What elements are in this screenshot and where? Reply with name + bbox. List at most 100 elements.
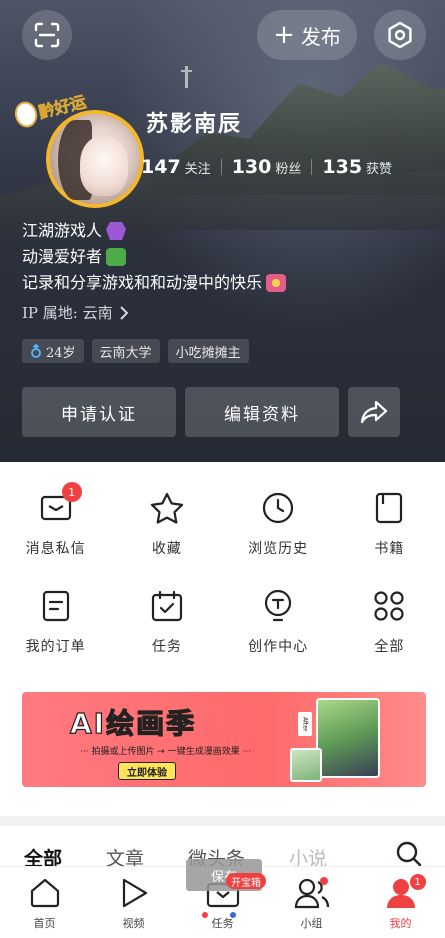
message-icon: 1 [38,482,82,526]
banner-subtitle: ··· 拍摄或上传图片 → 一键生成漫画效果 ··· [80,747,252,757]
avatar-container[interactable]: 黔好运 [12,86,144,208]
grid-item-tasks[interactable]: 任务 [111,588,222,656]
bulb-icon [260,588,296,624]
scan-icon [34,22,60,48]
bouquet-icon [266,274,287,292]
stat-num: 135 [322,156,363,178]
grid-item-creator-center[interactable]: 创作中心 [223,588,334,656]
profile-badge: 1 [408,873,427,891]
nav-profile[interactable]: 1 我的 [356,867,445,938]
stat-label: 获赞 [366,162,393,177]
bio-line: 记录和分享游戏和和动漫中的快乐 [22,270,287,296]
settings-hexagon-icon [388,21,412,49]
group-icon [294,875,330,911]
after-label: After [298,712,312,736]
ai-painting-banner[interactable]: AI绘画季 ··· 拍摄或上传图片 → 一键生成漫画效果 ··· 立即体验 Af… [22,692,426,787]
ip-location[interactable]: IP 属地: 云南 [22,302,129,323]
profile-stats: 147 关注 130 粉丝 135 获赞 [141,156,392,178]
rabbit-icon [12,99,40,130]
profile-icon: 1 [383,873,427,911]
banner-anime-image [316,698,380,778]
bio-line: 江湖游戏人 [22,218,286,244]
nav-video[interactable]: 视频 [89,867,178,938]
grid-label: 任务 [151,639,182,655]
publish-button[interactable]: + 发布 [257,10,357,60]
grid-label: 我的订单 [25,639,86,655]
edit-profile-button[interactable]: 编辑资料 [185,387,339,437]
ip-location-text: IP 属地: 云南 [22,304,113,322]
stat-followers[interactable]: 130 粉丝 [232,156,302,178]
feature-panel: 1 消息私信 收藏 浏览历史 书籍 我的订单 任务 创作中心 全部 AI绘画季 … [0,462,445,816]
tag-occupation: 小吃摊摊主 [167,339,249,363]
tag-text: 24岁 [46,345,76,361]
share-button[interactable] [348,387,400,437]
chevron-right-icon [119,305,129,320]
stat-following[interactable]: 147 关注 [141,156,211,178]
play-icon [116,875,152,911]
book-icon [371,490,407,526]
tag-text: 云南大学 [99,345,152,361]
grid-item-favorites[interactable]: 收藏 [111,490,222,558]
banner-title: AI绘画季 [69,706,197,740]
nav-label: 首页 [33,917,56,930]
grid-item-history[interactable]: 浏览历史 [223,490,334,558]
grid-icon [371,588,407,624]
bio-text: 记录和分享游戏和和动漫中的快乐 [22,273,263,292]
nav-label: 我的 [389,917,412,930]
stat-label: 关注 [184,162,211,177]
bio: 江湖游戏人 动漫爱好者 记录和分享游戏和和动漫中的快乐 [22,218,287,296]
grid-label: 消息私信 [25,541,86,557]
indicator-dot [230,912,236,918]
banner-photo-image [290,748,322,782]
indicator-dot [202,912,208,918]
username: 苏影南辰 [146,111,243,137]
grid-item-orders[interactable]: 我的订单 [0,588,111,656]
scan-button[interactable] [22,10,72,60]
search-icon[interactable] [395,840,423,868]
bio-line: 动漫爱好者 [22,244,286,270]
grid-label: 书籍 [374,541,405,557]
settings-button[interactable] [374,10,426,60]
feature-grid: 1 消息私信 收藏 浏览历史 书籍 我的订单 任务 创作中心 全部 [0,482,445,656]
avatar-face [80,136,128,196]
bio-text: 江湖游戏人 [22,221,103,240]
plus-icon: + [273,20,295,50]
task-icon [149,588,185,624]
star-icon [149,490,185,526]
nav-label: 视频 [122,917,145,930]
stat-label: 粉丝 [275,162,302,177]
grid-item-books[interactable]: 书籍 [334,490,445,558]
stat-num: 130 [231,156,272,178]
nav-groups[interactable]: 小组 [267,867,356,938]
profile-header: + 发布 黔好运 苏影南辰 147 关注 130 粉丝 135 获赞 江湖游戏人… [0,0,445,462]
stat-likes[interactable]: 135 获赞 [322,156,392,178]
tag-text: 小吃摊摊主 [175,345,241,361]
apply-verification-button[interactable]: 申请认证 [22,387,176,437]
tag-school: 云南大学 [91,339,160,363]
grid-item-messages[interactable]: 1 消息私信 [0,482,111,558]
background-tower [181,66,192,88]
avatar-sticker-text: 黔好运 [36,91,88,123]
alien-icon [106,222,127,240]
grid-label: 收藏 [151,541,182,557]
task-indicator-dots [202,912,236,918]
grid-item-all[interactable]: 全部 [334,588,445,656]
grid-label: 浏览历史 [248,541,309,557]
treasure-badge: 开宝箱 [226,873,266,889]
nav-home[interactable]: 首页 [0,867,89,938]
divider [220,159,222,175]
share-icon [360,400,388,424]
male-icon [31,344,41,358]
clock-icon [260,490,296,526]
dragon-icon [106,248,127,266]
profile-actions: 申请认证 编辑资料 [22,387,400,437]
order-icon [38,588,74,624]
notification-dot [319,877,328,885]
nav-label: 小组 [300,917,323,930]
profile-tags: 24岁 云南大学 小吃摊摊主 [22,339,249,363]
try-now-button[interactable]: 立即体验 [118,762,176,780]
grid-label: 创作中心 [248,639,309,655]
home-icon [27,875,63,911]
publish-label: 发布 [300,24,341,49]
tag-age: 24岁 [22,339,84,363]
